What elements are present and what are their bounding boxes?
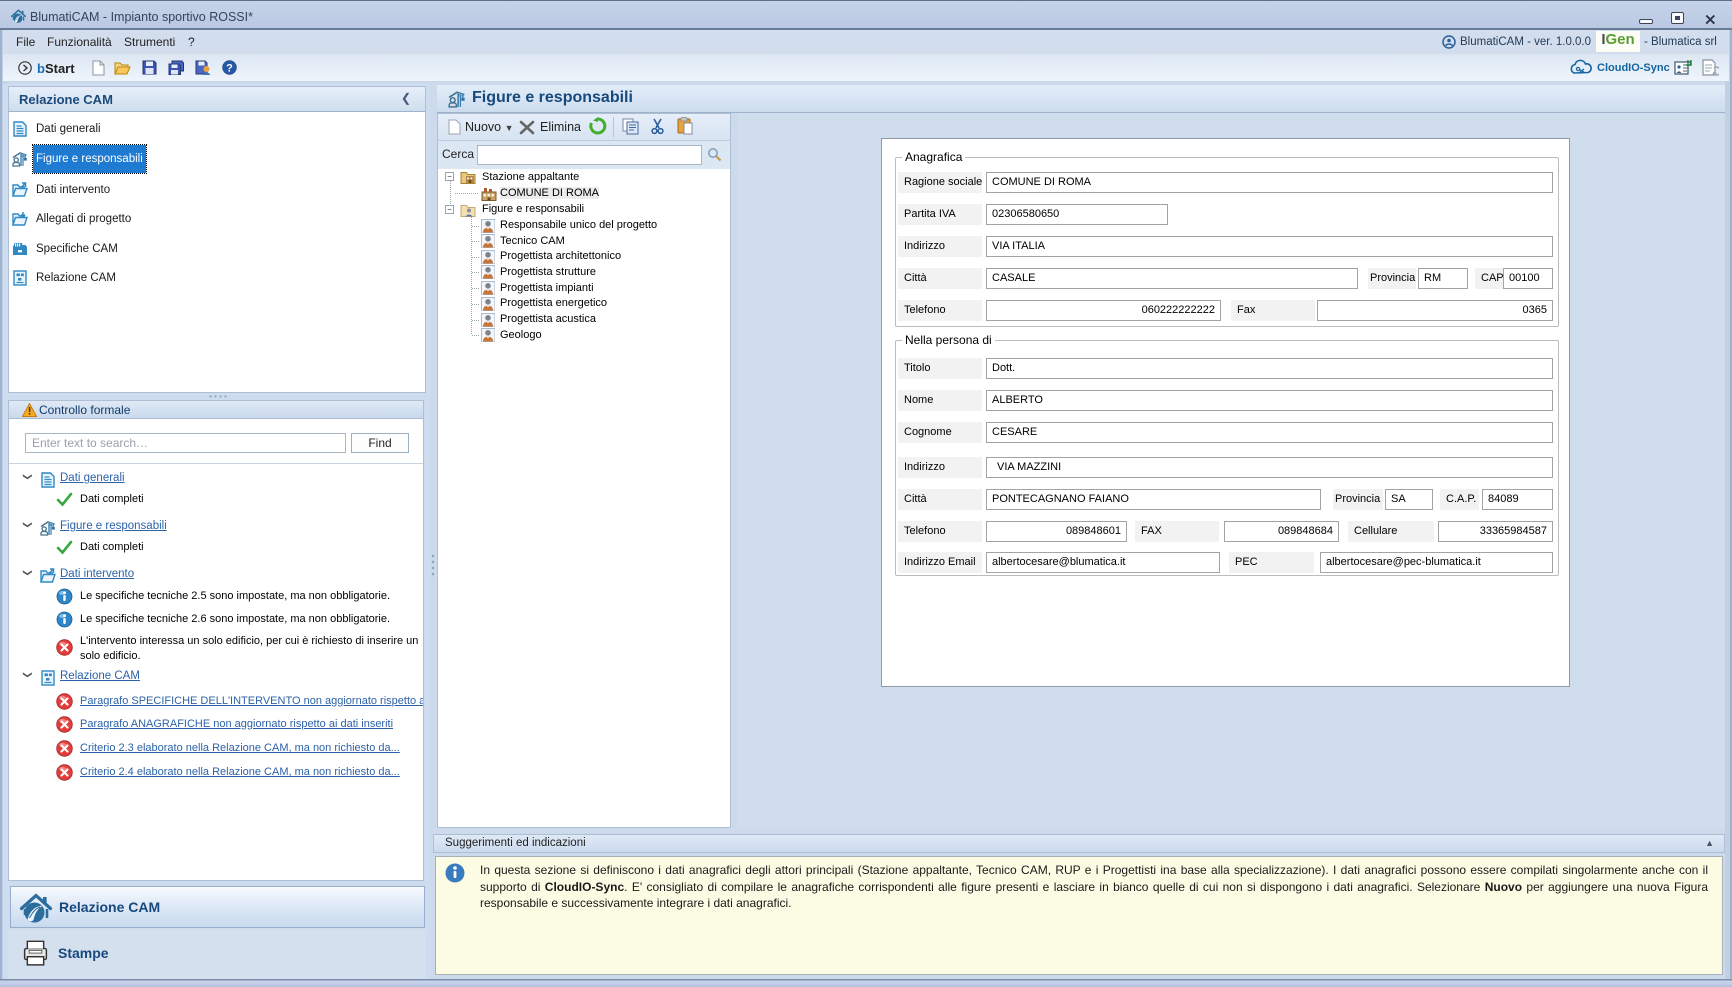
svg-text:?: ? bbox=[226, 63, 233, 75]
